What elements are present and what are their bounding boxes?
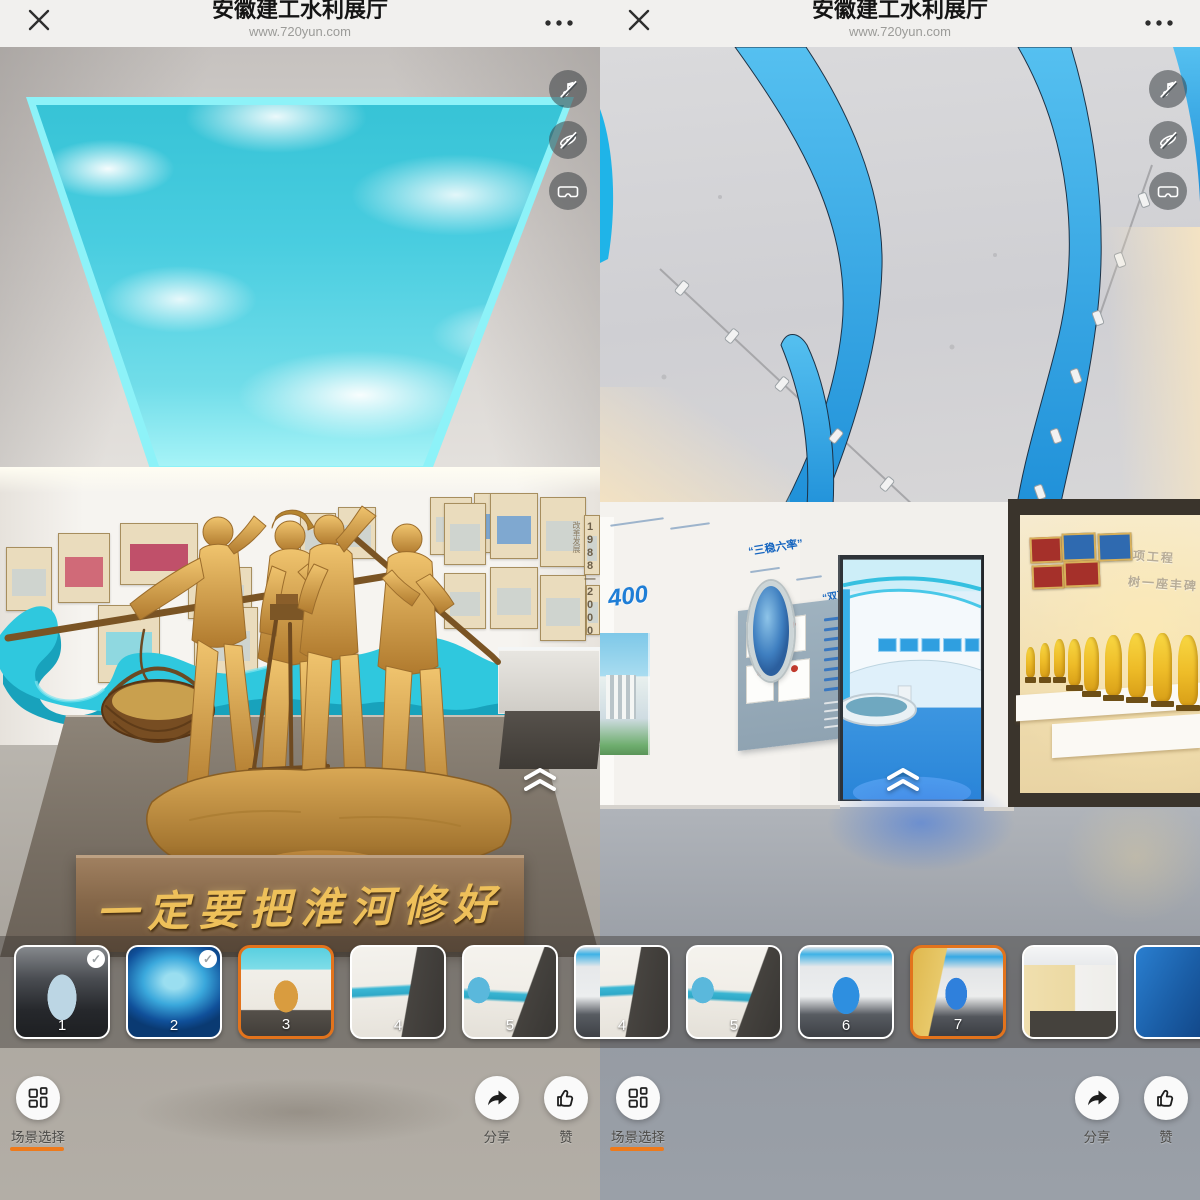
like-button[interactable]: [1144, 1076, 1188, 1120]
building-photo: [600, 633, 650, 755]
thumbnail-list: 4 5 6 7 8: [600, 936, 1200, 1057]
scene-thumbnail-2[interactable]: ✓2: [126, 945, 222, 1039]
scene-select-label: 场景选择: [600, 1126, 676, 1146]
visited-check-icon: ✓: [87, 950, 105, 968]
thumbnail-number: 5: [464, 1017, 556, 1034]
title-block: 安徽建工水利展厅 www.720yun.com: [60, 0, 540, 39]
scene-thumbnail-partial[interactable]: [1134, 945, 1200, 1039]
gold-trophy: [1178, 635, 1198, 705]
award-plaque: [1030, 536, 1063, 563]
page-title: 安徽建工水利展厅: [660, 0, 1140, 23]
thumbnail-number: 2: [128, 1017, 220, 1034]
thumbnail-number: 1: [16, 1017, 108, 1034]
vr-goggles-button[interactable]: [1149, 172, 1187, 210]
award-plaque: [1032, 564, 1065, 589]
vr-goggles-button[interactable]: [549, 172, 587, 210]
header-bar: 安徽建工水利展厅 www.720yun.com: [0, 0, 600, 47]
more-menu-icon[interactable]: [1142, 16, 1176, 28]
gold-trophy: [1153, 633, 1172, 701]
viewer-panel-right: “三稳六率” “双百” 400: [600, 0, 1200, 1200]
thumbnail-number: 5: [688, 1017, 780, 1034]
red-seal: [791, 665, 798, 673]
thumbnail-number: 4: [352, 1017, 444, 1034]
award-plaque: [1064, 560, 1101, 587]
thumbnail-number: 3: [241, 1016, 331, 1033]
viewer-panel-left: 1988—2000 改革发展: [0, 0, 600, 1200]
page-subtitle: www.720yun.com: [660, 24, 1140, 39]
scene-select-active-underline: [610, 1147, 664, 1151]
close-icon[interactable]: [26, 7, 52, 33]
pedestal-inscription: 一定要把淮河修好: [95, 870, 504, 940]
like-button[interactable]: [544, 1076, 588, 1120]
gold-trophy: [1084, 637, 1099, 691]
thumbnail-number: 6: [800, 1017, 892, 1034]
like-label: 赞: [1144, 1126, 1188, 1146]
thumbnail-number: 4: [600, 1017, 668, 1034]
share-button[interactable]: [475, 1076, 519, 1120]
scene-thumbnail-partial[interactable]: [574, 945, 600, 1039]
scene-select-label: 场景选择: [0, 1126, 76, 1146]
more-menu-icon[interactable]: [542, 16, 576, 28]
page-subtitle: www.720yun.com: [60, 24, 540, 39]
gold-trophy: [1128, 633, 1146, 697]
scene-select-button[interactable]: [16, 1076, 60, 1120]
thumbnail-strip[interactable]: ✓1✓2345: [0, 936, 600, 1048]
golden-statue-group: [100, 470, 520, 900]
gold-trophy: [1040, 643, 1050, 677]
award-plaque: [1062, 532, 1097, 561]
share-label: 分享: [1075, 1126, 1119, 1146]
scene-thumbnail-5[interactable]: 5: [686, 945, 782, 1039]
scene-thumbnail-6[interactable]: 6: [798, 945, 894, 1039]
music-off-button[interactable]: [549, 70, 587, 108]
share-label: 分享: [475, 1126, 519, 1146]
viewer-controls: [549, 70, 587, 210]
wall-statistic: 400: [606, 581, 649, 614]
warm-cove-right: [1100, 227, 1200, 522]
gold-trophy: [1054, 639, 1065, 677]
timeline-caption: 改革发展: [572, 521, 581, 553]
move-forward-hint-icon[interactable]: [518, 765, 562, 800]
thumbnail-number: 7: [913, 1016, 1003, 1033]
scene-select-button[interactable]: [616, 1076, 660, 1120]
scene-thumbnail-7[interactable]: 7: [910, 945, 1006, 1039]
thumbnail-number: 8: [1024, 1017, 1116, 1034]
header-bar: 安徽建工水利展厅 www.720yun.com: [600, 0, 1200, 47]
thumbnail-list: ✓1✓2345: [0, 936, 600, 1057]
close-icon[interactable]: [626, 7, 652, 33]
title-block: 安徽建工水利展厅 www.720yun.com: [660, 0, 1140, 39]
share-button[interactable]: [1075, 1076, 1119, 1120]
page-title: 安徽建工水利展厅: [60, 0, 540, 23]
music-off-button[interactable]: [1149, 70, 1187, 108]
scene-thumbnail-5[interactable]: 5: [462, 945, 558, 1039]
gold-trophy: [1026, 647, 1035, 677]
gyroscope-off-button[interactable]: [1149, 121, 1187, 159]
baseboard: [600, 805, 840, 809]
gyroscope-off-button[interactable]: [549, 121, 587, 159]
visited-check-icon: ✓: [199, 950, 217, 968]
scene-thumbnail-4[interactable]: 4: [350, 945, 446, 1039]
gold-trophy: [1068, 639, 1081, 685]
baseboard: [984, 807, 1014, 811]
scene-thumbnail-1[interactable]: ✓1: [14, 945, 110, 1039]
porthole-window: [748, 581, 794, 681]
scene-thumbnail-3[interactable]: 3: [238, 945, 334, 1039]
scene-select-active-underline: [10, 1147, 64, 1151]
move-forward-hint-icon[interactable]: [881, 765, 925, 800]
like-label: 赞: [544, 1126, 588, 1146]
scene-thumbnail-4[interactable]: 4: [600, 945, 670, 1039]
thumbnail-strip[interactable]: 4 5 6 7 8: [600, 936, 1200, 1048]
gold-trophy: [1105, 635, 1122, 695]
viewer-controls: [1149, 70, 1187, 210]
floor-shadow: [80, 1067, 520, 1157]
dual-screenshot-stage: 1988—2000 改革发展: [0, 0, 1200, 1200]
scene-thumbnail-8[interactable]: 8: [1022, 945, 1118, 1039]
award-plaque: [1098, 532, 1133, 561]
